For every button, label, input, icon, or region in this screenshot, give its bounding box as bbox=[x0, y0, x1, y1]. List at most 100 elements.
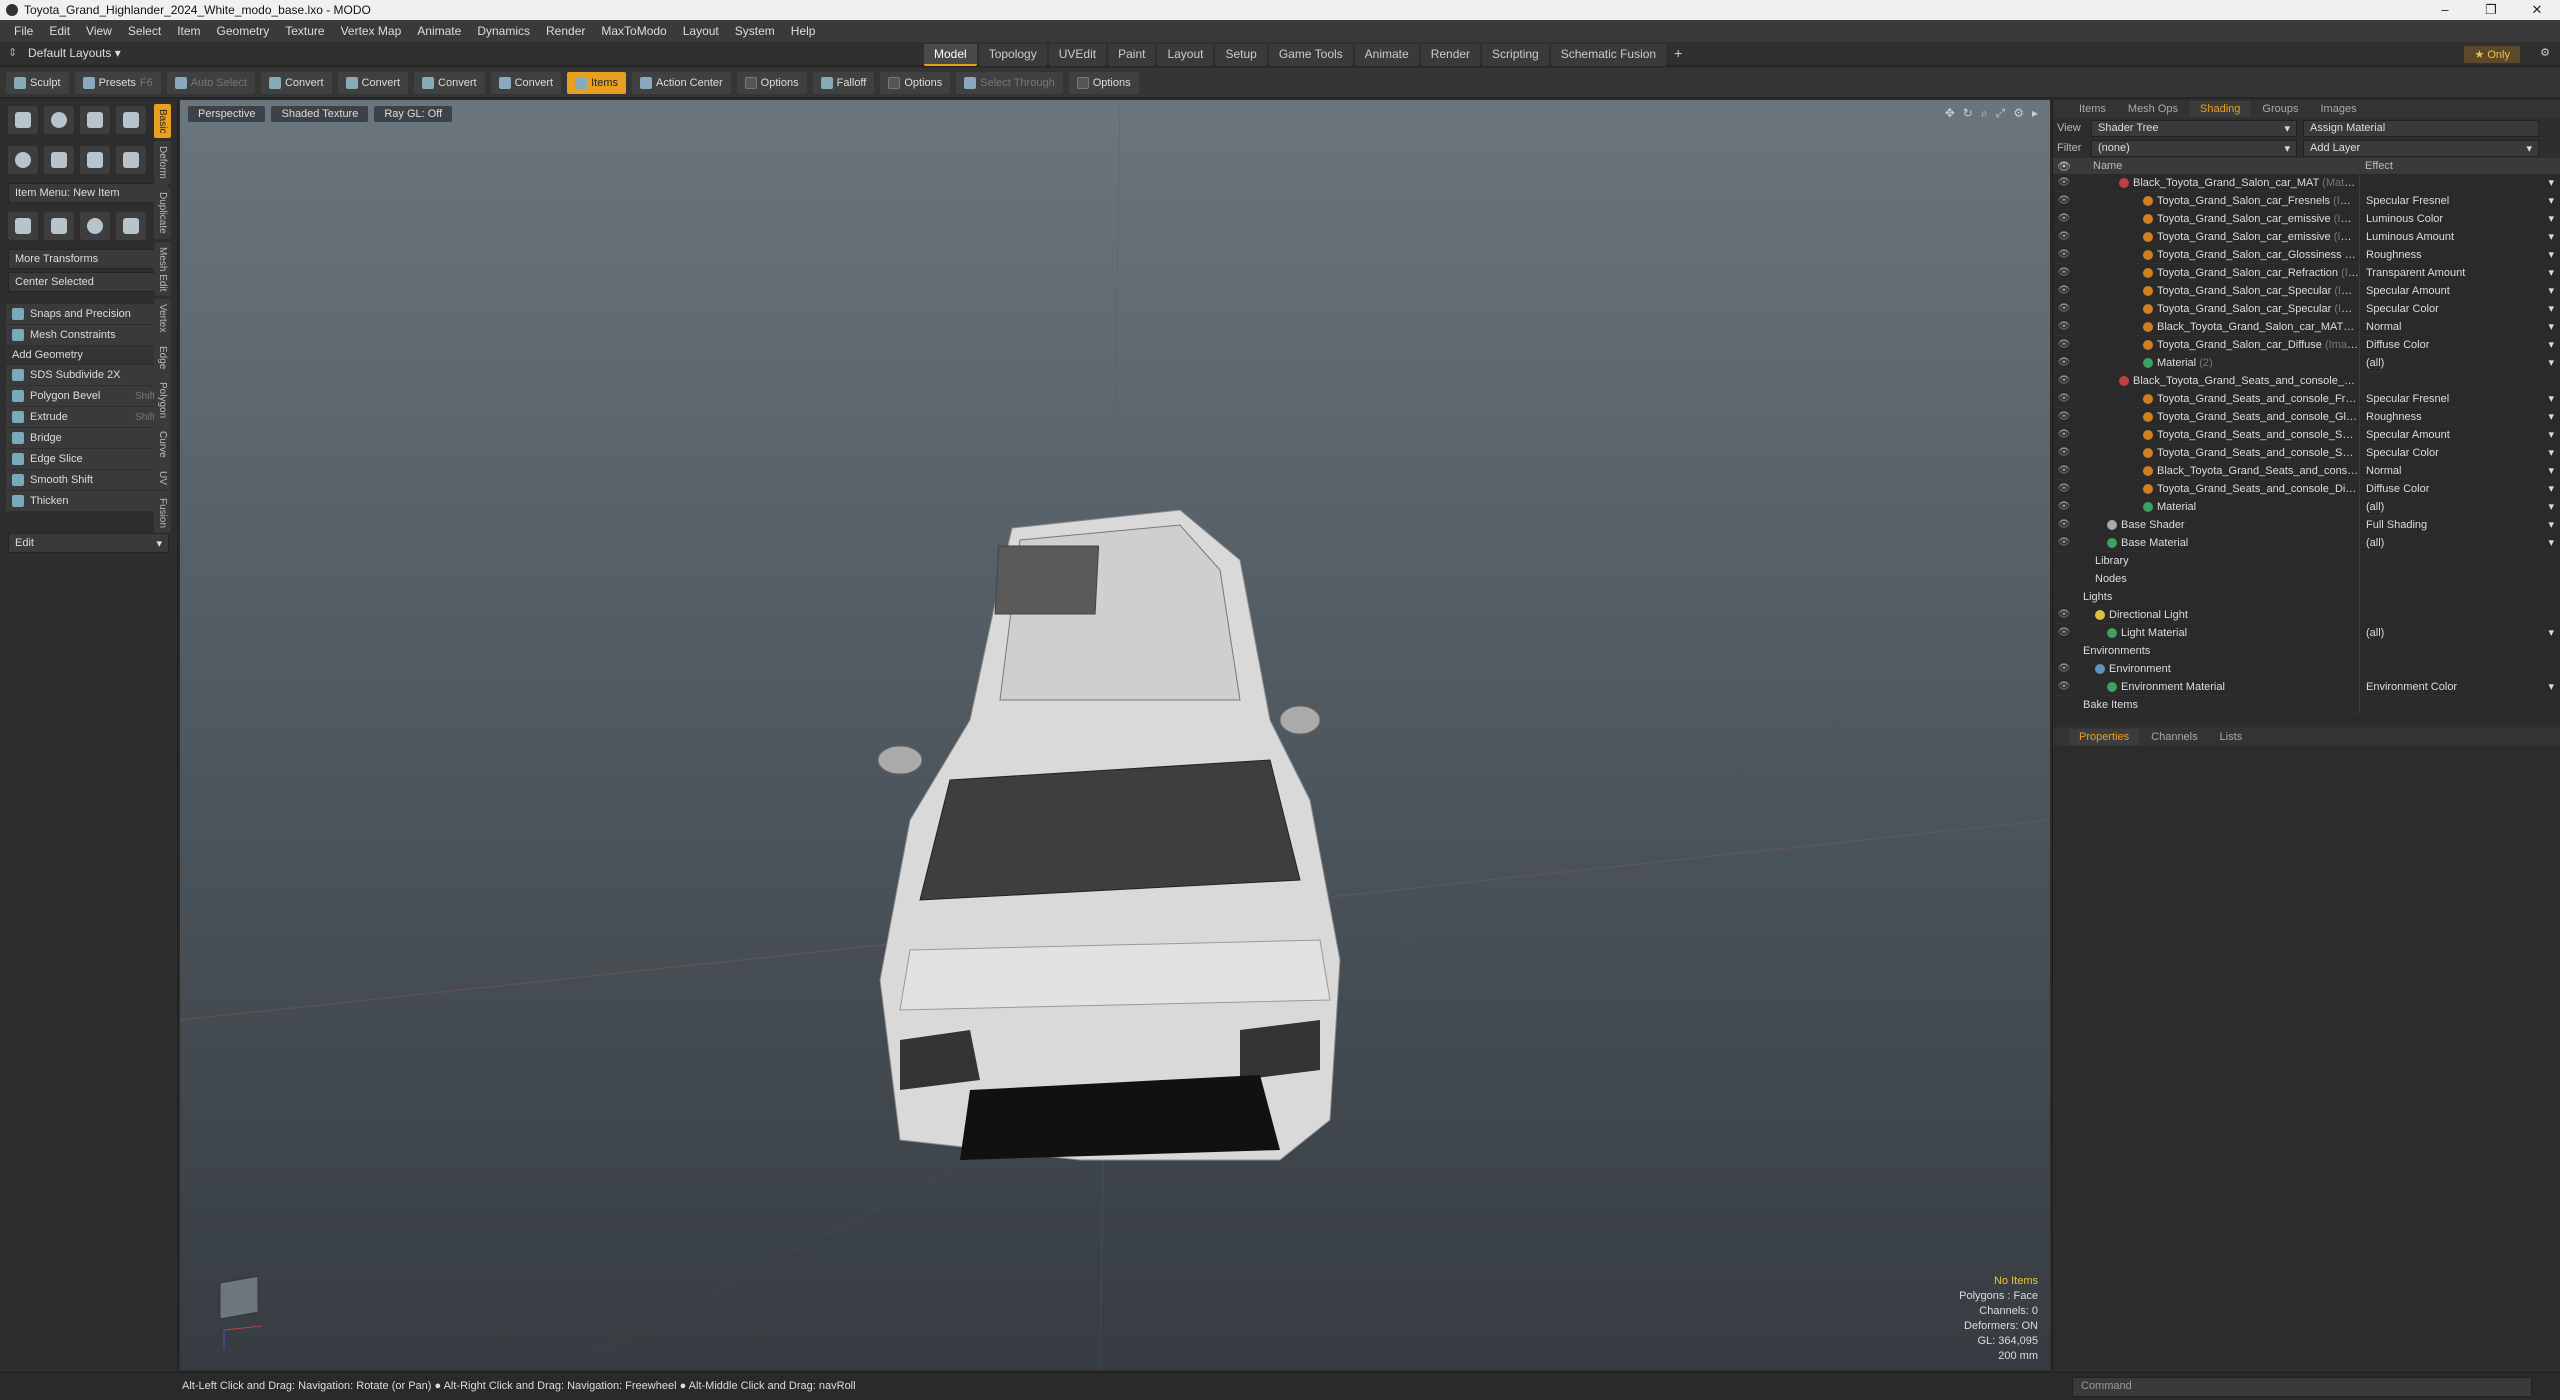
visibility-eye-icon[interactable]: 👁 bbox=[2053, 285, 2075, 296]
shader-tree-row[interactable]: 👁 Black_Toyota_Grand_Seats_and_console_M.… bbox=[2053, 461, 2560, 480]
car-model[interactable] bbox=[877, 509, 1341, 1161]
layer-effect[interactable]: (all) ▾ bbox=[2359, 533, 2560, 552]
shader-tree-row[interactable]: Lights bbox=[2053, 587, 2560, 606]
visibility-eye-icon[interactable]: 👁 bbox=[2053, 537, 2075, 548]
menu-file[interactable]: File bbox=[6, 24, 41, 38]
visibility-eye-icon[interactable]: 👁 bbox=[2053, 357, 2075, 368]
menu-geometry[interactable]: Geometry bbox=[209, 24, 278, 38]
tab-setup[interactable]: Setup bbox=[1215, 44, 1267, 66]
add-geometry-header[interactable]: Add Geometry bbox=[6, 346, 171, 364]
vtab-basic[interactable]: Basic bbox=[154, 104, 171, 139]
layer-effect[interactable]: Full Shading ▾ bbox=[2359, 515, 2560, 534]
shader-tree-row[interactable]: 👁 Material (2) (all) ▾ bbox=[2053, 353, 2560, 372]
visibility-eye-icon[interactable]: 👁 bbox=[2053, 267, 2075, 278]
tab-render[interactable]: Render bbox=[1420, 44, 1481, 66]
visibility-eye-icon[interactable]: 👁 bbox=[2053, 303, 2075, 314]
menu-render[interactable]: Render bbox=[538, 24, 593, 38]
minimize-icon[interactable]: – bbox=[2422, 0, 2468, 20]
tool-thicken[interactable]: Thicken bbox=[6, 491, 171, 511]
action-center-button[interactable]: Action Center bbox=[632, 71, 731, 94]
layer-effect[interactable] bbox=[2359, 641, 2560, 660]
grip-icon[interactable]: ⇕ bbox=[8, 46, 17, 59]
presets-button[interactable]: Presets F6 bbox=[74, 71, 161, 94]
layer-effect[interactable] bbox=[2359, 587, 2560, 606]
select-through-button[interactable]: Select Through bbox=[956, 71, 1063, 94]
layer-effect[interactable]: Normal ▾ bbox=[2359, 461, 2560, 480]
tool-sds-subdivide-2x[interactable]: SDS Subdivide 2X bbox=[6, 365, 171, 385]
tool-bridge[interactable]: Bridge bbox=[6, 428, 171, 448]
tool-polygon-bevel[interactable]: Polygon Bevel Shift-B bbox=[6, 386, 171, 406]
default-layouts-dropdown[interactable]: Default Layouts ▾ bbox=[28, 46, 121, 60]
convert-edges-button[interactable]: Convert bbox=[337, 71, 409, 94]
vtab-deform[interactable]: Deform bbox=[154, 141, 171, 185]
layer-effect[interactable]: Environment Color ▾ bbox=[2359, 677, 2560, 696]
convert-polygons-button[interactable]: Convert bbox=[414, 71, 485, 94]
falloff-options[interactable]: Options bbox=[880, 71, 951, 94]
only-button[interactable]: ★ Only bbox=[2464, 46, 2520, 63]
shader-tree-row[interactable]: 👁 Black_Toyota_Grand_Seats_and_console_MA… bbox=[2053, 371, 2560, 390]
layer-effect[interactable]: Specular Amount ▾ bbox=[2359, 281, 2560, 300]
layer-effect[interactable]: Transparent Amount ▾ bbox=[2359, 263, 2560, 282]
vtab-duplicate[interactable]: Duplicate bbox=[154, 187, 171, 239]
tab-schematic-fusion[interactable]: Schematic Fusion bbox=[1550, 44, 1667, 66]
visibility-eye-icon[interactable]: 👁 bbox=[2053, 411, 2075, 422]
convert-items-button[interactable]: Convert bbox=[490, 71, 562, 94]
gear-icon[interactable]: ⚙ bbox=[2540, 46, 2550, 59]
layer-effect[interactable]: Specular Amount ▾ bbox=[2359, 425, 2560, 444]
visibility-eye-icon[interactable]: 👁 bbox=[2053, 231, 2075, 242]
effect-column-header[interactable]: Effect bbox=[2359, 160, 2560, 172]
maximize-icon[interactable]: ❐ bbox=[2468, 0, 2514, 20]
items-mode-button[interactable]: Items bbox=[567, 71, 627, 94]
menu-layout[interactable]: Layout bbox=[675, 24, 727, 38]
text-icon[interactable] bbox=[116, 146, 146, 174]
tab-animate[interactable]: Animate bbox=[1354, 44, 1419, 66]
tab-scripting[interactable]: Scripting bbox=[1482, 44, 1549, 66]
rotate-icon[interactable] bbox=[80, 212, 110, 240]
shader-tree-row[interactable]: 👁 Base Shader Full Shading ▾ bbox=[2053, 515, 2560, 534]
visibility-eye-icon[interactable]: 👁 bbox=[2053, 501, 2075, 512]
layer-effect[interactable]: Roughness ▾ bbox=[2359, 245, 2560, 264]
name-column-header[interactable]: Name bbox=[2075, 160, 2359, 172]
vtab-curve[interactable]: Curve bbox=[154, 426, 171, 463]
vtab-vertex[interactable]: Vertex bbox=[154, 299, 171, 338]
layer-effect[interactable]: Specular Color ▾ bbox=[2359, 443, 2560, 462]
props-tab-lists[interactable]: Lists bbox=[2210, 729, 2253, 745]
sphere-icon[interactable] bbox=[44, 106, 74, 134]
shader-tree-row[interactable]: 👁Toyota_Grand_Salon_car_Fresnels (Image)… bbox=[2053, 191, 2560, 210]
layer-effect[interactable]: Diffuse Color ▾ bbox=[2359, 335, 2560, 354]
layer-effect[interactable] bbox=[2359, 371, 2560, 390]
auto-select-button[interactable]: Auto Select bbox=[166, 71, 255, 94]
visibility-eye-icon[interactable]: 👁 bbox=[2053, 195, 2075, 206]
tool-extrude[interactable]: Extrude Shift-X bbox=[6, 407, 171, 427]
tab-game-tools[interactable]: Game Tools bbox=[1268, 44, 1353, 66]
tab-paint[interactable]: Paint bbox=[1108, 44, 1156, 66]
props-tab-properties[interactable]: Properties bbox=[2069, 729, 2140, 745]
visibility-eye-icon[interactable]: 👁 bbox=[2053, 519, 2075, 530]
shader-tree-row[interactable]: Library bbox=[2053, 551, 2560, 570]
layer-effect[interactable]: Specular Fresnel ▾ bbox=[2359, 389, 2560, 408]
add-layer-dropdown[interactable]: Add Layer ▾ bbox=[2303, 139, 2539, 157]
tab-model[interactable]: Model bbox=[924, 44, 977, 66]
command-input[interactable]: Command bbox=[2072, 1377, 2532, 1397]
tool-edge-slice[interactable]: Edge Slice bbox=[6, 449, 171, 469]
visibility-eye-icon[interactable]: 👁 bbox=[2053, 339, 2075, 350]
panel-tab-items[interactable]: Items bbox=[2069, 101, 2116, 117]
panel-tab-mesh-ops[interactable]: Mesh Ops bbox=[2118, 101, 2188, 117]
shader-tree-row[interactable]: 👁 Toyota_Grand_Seats_and_console_Specula … bbox=[2053, 425, 2560, 444]
tab-topology[interactable]: Topology bbox=[978, 44, 1047, 66]
select-through-options[interactable]: Options bbox=[1068, 71, 1139, 94]
shader-tree-row[interactable]: 👁 Material (all) ▾ bbox=[2053, 497, 2560, 516]
torus-icon[interactable] bbox=[8, 146, 38, 174]
layer-effect[interactable]: Luminous Color ▾ bbox=[2359, 209, 2560, 228]
visibility-eye-icon[interactable]: 👁 bbox=[2053, 681, 2075, 692]
props-tab-channels[interactable]: Channels bbox=[2141, 729, 2207, 745]
plane-icon[interactable] bbox=[80, 146, 110, 174]
shader-tree-row[interactable]: 👁Toyota_Grand_Salon_car_Specular (Image)… bbox=[2053, 299, 2560, 318]
visibility-eye-icon[interactable]: 👁 bbox=[2053, 213, 2075, 224]
layer-effect[interactable] bbox=[2359, 551, 2560, 570]
layer-effect[interactable]: (all) ▾ bbox=[2359, 623, 2560, 642]
shader-tree-row[interactable]: 👁 Light Material (all) ▾ bbox=[2053, 623, 2560, 642]
shader-tree-row[interactable]: 👁 Base Material (all) ▾ bbox=[2053, 533, 2560, 552]
sculpt-button[interactable]: Sculpt bbox=[6, 71, 69, 94]
menu-help[interactable]: Help bbox=[783, 24, 824, 38]
